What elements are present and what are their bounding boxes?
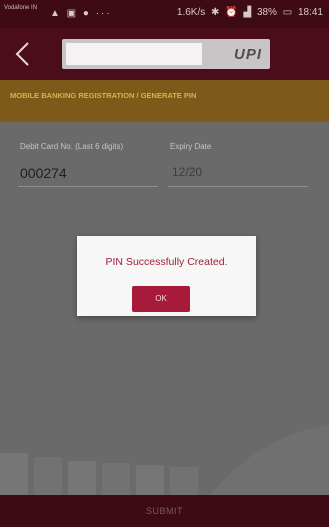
battery-percent: 38% [256,7,277,18]
dialog-message: PIN Successfully Created. [105,256,228,268]
bluetooth-icon: ✱ [211,7,220,18]
logo-white-panel [66,43,202,65]
status-bar: Vodafone IN ▲ ▣ ● ··· 1.6K/s ✱ ⏰ ▟ 38% ▭… [0,0,329,28]
expiry-date-field[interactable]: 12/20 [172,165,202,179]
submit-label: SUBMIT [145,506,183,516]
chevron-left-icon[interactable] [12,40,36,68]
section-banner: MOBILE BANKING REGISTRATION / GENERATE P… [0,80,329,122]
notification-icons: ▲ ▣ ● ··· [50,8,112,19]
section-title: MOBILE BANKING REGISTRATION / GENERATE P… [10,91,197,100]
ok-button-label: OK [155,294,167,303]
network-speed: 1.6K/s [176,7,206,18]
upi-logo-banner: UPI [62,39,270,69]
debit-card-field[interactable]: 000274 [20,165,67,181]
expiry-date-underline [168,186,308,187]
success-dialog: PIN Successfully Created. OK [77,236,256,316]
app-bar: UPI [0,28,329,80]
battery-icon: ▭ [282,7,293,18]
clock: 18:41 [297,7,323,18]
upi-logo: UPI [233,46,262,63]
alarm-icon: ⏰ [225,7,238,18]
status-indicators: 1.6K/s ✱ ⏰ ▟ 38% ▭ 18:41 [174,7,323,18]
signal-icon: ▟ [243,7,252,18]
background-decoration [0,425,329,495]
ok-button[interactable]: OK [132,286,190,312]
debit-card-label: Debit Card No. (Last 6 digits) [20,142,124,151]
expiry-date-label: Expiry Date [170,142,212,151]
debit-card-underline [18,186,158,187]
submit-button[interactable]: SUBMIT [0,495,329,527]
carrier-name: Vodafone IN [4,5,38,11]
